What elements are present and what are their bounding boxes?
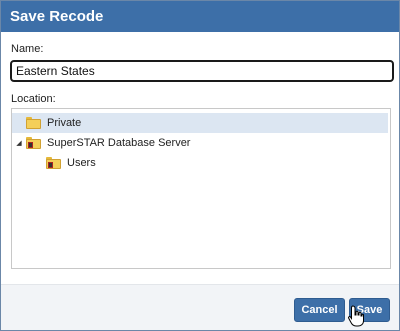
name-input[interactable] <box>10 60 394 82</box>
location-label: Location: <box>11 93 56 105</box>
expand-toggle-icon[interactable]: ◢ <box>12 139 26 147</box>
tree-item-label: Users <box>67 157 96 169</box>
tree-item-label: SuperSTAR Database Server <box>47 137 191 149</box>
dialog-footer: Cancel Save <box>1 284 399 330</box>
save-recode-dialog: Save Recode Name: Location: Private ◢ Su… <box>0 0 400 331</box>
tree-item-label: Private <box>47 117 82 129</box>
tree-item-private[interactable]: Private <box>12 113 388 133</box>
location-tree[interactable]: Private ◢ SuperSTAR Database Server User… <box>11 108 391 269</box>
dialog-title: Save Recode <box>1 1 399 32</box>
cancel-button[interactable]: Cancel <box>294 298 345 322</box>
tree-item-users[interactable]: Users <box>12 153 388 173</box>
save-button[interactable]: Save <box>349 298 390 322</box>
name-label: Name: <box>11 43 44 55</box>
server-folder-icon <box>46 157 61 169</box>
server-folder-icon <box>26 137 41 149</box>
folder-icon <box>26 117 41 129</box>
tree-item-server[interactable]: ◢ SuperSTAR Database Server <box>12 133 388 153</box>
